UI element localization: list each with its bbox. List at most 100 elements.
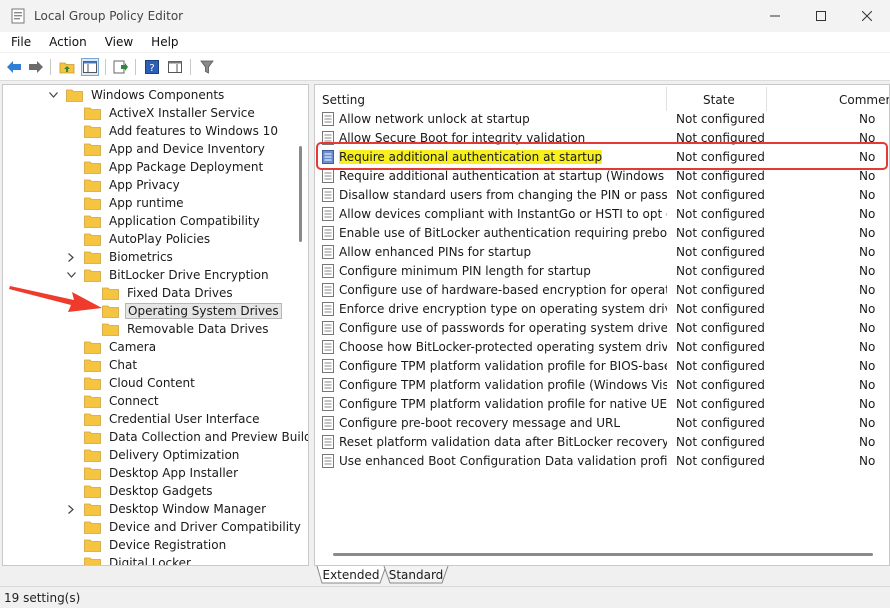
tree-node-app-runtime[interactable]: App runtime bbox=[66, 194, 186, 212]
policy-state: Not configured bbox=[676, 188, 765, 202]
menu-help[interactable]: Help bbox=[143, 35, 185, 49]
filter-button[interactable] bbox=[198, 58, 216, 76]
menu-file[interactable]: File bbox=[3, 35, 38, 49]
policy-row[interactable]: Reset platform validation data after Bit… bbox=[315, 433, 889, 452]
show-hide-console-tree-button[interactable] bbox=[81, 58, 99, 76]
policy-row[interactable]: Enable use of BitLocker authentication r… bbox=[315, 224, 889, 243]
tree-node-activex-installer-service[interactable]: ActiveX Installer Service bbox=[66, 104, 257, 122]
policy-row[interactable]: Configure pre-boot recovery message and … bbox=[315, 414, 889, 433]
tree-node-removable-data-drives[interactable]: Removable Data Drives bbox=[84, 320, 271, 338]
policy-setting-name: Use enhanced Boot Configuration Data val… bbox=[339, 452, 667, 471]
policy-row[interactable]: Configure use of passwords for operating… bbox=[315, 319, 889, 338]
tree-scrollbar-thumb[interactable] bbox=[299, 146, 302, 242]
up-one-level-button[interactable] bbox=[58, 58, 76, 76]
view-tabs: Extended Standard bbox=[314, 566, 890, 584]
column-header-state[interactable]: State bbox=[703, 89, 735, 111]
forward-arrow-icon bbox=[29, 61, 43, 73]
tree-node-operating-system-drives[interactable]: Operating System Drives bbox=[84, 302, 282, 320]
tree-node-desktop-window-manager[interactable]: Desktop Window Manager bbox=[66, 500, 268, 518]
tree-node-windows-components[interactable]: Windows Components bbox=[48, 86, 226, 104]
tree-node-connect[interactable]: Connect bbox=[66, 392, 161, 410]
menu-view[interactable]: View bbox=[97, 35, 140, 49]
console-tree[interactable]: Windows Components ActiveX Installer Ser… bbox=[2, 84, 309, 566]
policy-row[interactable]: Configure minimum PIN length for startup… bbox=[315, 262, 889, 281]
menu-action[interactable]: Action bbox=[41, 35, 94, 49]
tree-node-label: ActiveX Installer Service bbox=[109, 106, 255, 120]
tree-scrollbar[interactable] bbox=[296, 86, 306, 564]
close-icon bbox=[862, 11, 872, 21]
policy-row[interactable]: Configure use of hardware-based encrypti… bbox=[315, 281, 889, 300]
tree-node-camera[interactable]: Camera bbox=[66, 338, 158, 356]
tree-node-delivery-optimization[interactable]: Delivery Optimization bbox=[66, 446, 241, 464]
chevron-down-icon[interactable] bbox=[48, 90, 58, 100]
tree-node-cloud-content[interactable]: Cloud Content bbox=[66, 374, 197, 392]
policy-row[interactable]: Configure TPM platform validation profil… bbox=[315, 395, 889, 414]
help-icon: ? bbox=[145, 60, 159, 74]
policy-row[interactable]: Disallow standard users from changing th… bbox=[315, 186, 889, 205]
tree-node-application-compatibility[interactable]: Application Compatibility bbox=[66, 212, 262, 230]
column-divider[interactable] bbox=[766, 87, 767, 111]
tree-node-chat[interactable]: Chat bbox=[66, 356, 139, 374]
policy-setting-icon bbox=[322, 264, 334, 278]
policy-row[interactable]: Enforce drive encryption type on operati… bbox=[315, 300, 889, 319]
tree-node-desktop-app-installer[interactable]: Desktop App Installer bbox=[66, 464, 240, 482]
policy-row[interactable]: Configure TPM platform validation profil… bbox=[315, 376, 889, 395]
help-button[interactable]: ? bbox=[143, 58, 161, 76]
tree-node-app-package-deployment[interactable]: App Package Deployment bbox=[66, 158, 265, 176]
tree-node-biometrics[interactable]: Biometrics bbox=[66, 248, 175, 266]
policy-row[interactable]: Allow devices compliant with InstantGo o… bbox=[315, 205, 889, 224]
policy-row[interactable]: Allow network unlock at startup Not confi… bbox=[315, 110, 889, 129]
policy-comment: No bbox=[859, 359, 876, 373]
show-action-pane-button[interactable] bbox=[166, 58, 184, 76]
policy-comment: No bbox=[859, 435, 876, 449]
column-divider[interactable] bbox=[666, 87, 667, 111]
chevron-right-icon[interactable] bbox=[66, 504, 76, 514]
policy-setting-icon bbox=[322, 340, 334, 354]
tree-node-bitlocker-drive-encryption[interactable]: BitLocker Drive Encryption bbox=[66, 266, 271, 284]
minimize-icon bbox=[770, 15, 780, 17]
column-header-comment[interactable]: Commer bbox=[839, 89, 889, 111]
tree-node-credential-user-interface[interactable]: Credential User Interface bbox=[66, 410, 261, 428]
back-button[interactable] bbox=[5, 58, 23, 76]
tree-node-label: BitLocker Drive Encryption bbox=[109, 268, 269, 282]
policy-setting-text: Require additional authentication at sta… bbox=[339, 169, 667, 183]
tree-node-app-privacy[interactable]: App Privacy bbox=[66, 176, 182, 194]
tab-standard[interactable]: Standard bbox=[388, 566, 444, 583]
policy-setting-text: Configure use of hardware-based encrypti… bbox=[339, 283, 667, 297]
tree-node-digital-locker[interactable]: Digital Locker bbox=[66, 554, 193, 565]
tree-node-label: Desktop Gadgets bbox=[109, 484, 213, 498]
tree-node-desktop-gadgets[interactable]: Desktop Gadgets bbox=[66, 482, 215, 500]
list-horizontal-scrollbar[interactable] bbox=[333, 553, 873, 556]
maximize-button[interactable] bbox=[798, 0, 844, 32]
folder-icon bbox=[84, 521, 101, 534]
folder-icon bbox=[84, 251, 101, 264]
policy-row[interactable]: Configure TPM platform validation profil… bbox=[315, 357, 889, 376]
tree-node-device-and-driver-compatibility[interactable]: Device and Driver Compatibility bbox=[66, 518, 303, 536]
tree-node-fixed-data-drives[interactable]: Fixed Data Drives bbox=[84, 284, 235, 302]
policy-row[interactable]: Use enhanced Boot Configuration Data val… bbox=[315, 452, 889, 471]
policy-row[interactable]: Allow enhanced PINs for startup Not confi… bbox=[315, 243, 889, 262]
policy-state: Not configured bbox=[676, 321, 765, 335]
close-button[interactable] bbox=[844, 0, 890, 32]
export-list-button[interactable] bbox=[112, 58, 130, 76]
policy-row[interactable]: Choose how BitLocker-protected operating… bbox=[315, 338, 889, 357]
tree-node-autoplay-policies[interactable]: AutoPlay Policies bbox=[66, 230, 212, 248]
chevron-right-icon[interactable] bbox=[66, 252, 76, 262]
policy-comment: No bbox=[859, 112, 876, 126]
minimize-button[interactable] bbox=[752, 0, 798, 32]
chevron-down-icon[interactable] bbox=[66, 270, 76, 280]
tree-node-app-and-device-inventory[interactable]: App and Device Inventory bbox=[66, 140, 267, 158]
tree-node-add-features-to-windows-10[interactable]: Add features to Windows 10 bbox=[66, 122, 280, 140]
tree-node-device-registration[interactable]: Device Registration bbox=[66, 536, 228, 554]
policy-setting-text: Configure TPM platform validation profil… bbox=[339, 359, 667, 373]
policy-setting-name: Enable use of BitLocker authentication r… bbox=[339, 224, 667, 243]
column-header-setting[interactable]: Setting bbox=[322, 89, 365, 111]
tree-node-label: Add features to Windows 10 bbox=[109, 124, 278, 138]
tree-node-data-collection-and-preview-builds[interactable]: Data Collection and Preview Builds bbox=[66, 428, 308, 446]
forward-button[interactable] bbox=[27, 58, 45, 76]
policy-state: Not configured bbox=[676, 112, 765, 126]
tab-extended[interactable]: Extended bbox=[322, 566, 380, 583]
